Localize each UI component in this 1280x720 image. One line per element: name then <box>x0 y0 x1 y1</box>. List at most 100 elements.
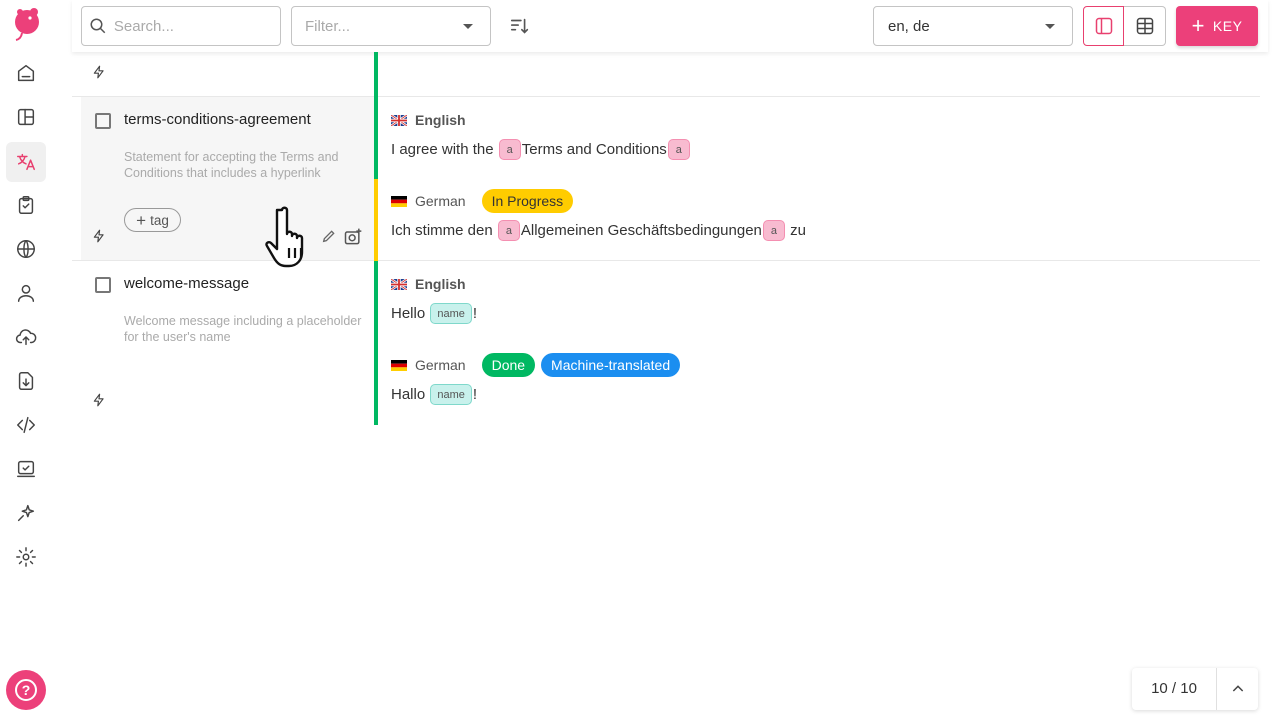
table-row: welcome-message Welcome message includin… <box>72 261 1260 425</box>
sidebar-item-settings[interactable] <box>6 537 46 577</box>
language-name: English <box>415 276 466 292</box>
search-input[interactable] <box>113 17 280 35</box>
table-view-icon <box>1136 17 1153 35</box>
state-bar <box>374 52 378 97</box>
language-name: German <box>415 193 466 209</box>
language-select[interactable]: en, de <box>873 6 1073 46</box>
text-segment: Terms and Conditions <box>521 141 667 158</box>
germany-flag-icon <box>391 195 407 207</box>
toolbar: en, de + KEY <box>72 0 1268 52</box>
variable-placeholder: name <box>430 303 472 324</box>
language-line-german: German In Progress <box>391 189 574 213</box>
plus-icon: + <box>136 210 147 230</box>
translation-text-english[interactable]: Hello name ! <box>391 303 477 324</box>
text-segment: ! <box>472 386 478 403</box>
filter-input[interactable] <box>305 17 463 35</box>
row-checkbox[interactable] <box>95 277 111 293</box>
bolt-icon[interactable] <box>92 65 106 79</box>
search-icon <box>82 17 114 35</box>
translation-text-german[interactable]: Ich stimme den a Allgemeinen Geschäftsbe… <box>391 220 806 241</box>
sidebar-item-members[interactable] <box>6 273 46 313</box>
text-segment: I agree with the <box>391 141 494 158</box>
text-segment: Allgemeinen Geschäftsbedingungen <box>520 222 762 239</box>
search-box[interactable] <box>81 6 281 46</box>
hand-cursor-icon <box>265 206 304 268</box>
tolgee-logo-icon[interactable] <box>10 4 42 42</box>
dashboard-icon <box>17 108 35 126</box>
chevron-down-icon <box>1045 23 1055 29</box>
status-badge-in-progress: In Progress <box>481 189 574 213</box>
key-name[interactable]: terms-conditions-agreement <box>124 111 311 128</box>
table-row <box>72 52 1260 97</box>
state-bar <box>374 261 378 425</box>
language-line-english: English <box>391 112 466 128</box>
row-checkbox[interactable] <box>95 113 111 129</box>
add-tag-button[interactable]: + tag <box>124 208 181 232</box>
scroll-top-button[interactable] <box>1217 681 1258 697</box>
bolt-icon[interactable] <box>92 393 106 407</box>
help-icon: ? <box>15 679 37 701</box>
bolt-icon[interactable] <box>92 229 106 243</box>
integrate-icon <box>17 460 35 478</box>
language-name: English <box>415 112 466 128</box>
sidebar-item-integrate[interactable] <box>6 449 46 489</box>
sort-button[interactable] <box>506 12 534 40</box>
html-tag-placeholder: a <box>667 139 690 160</box>
tasks-icon <box>18 196 34 214</box>
help-button[interactable]: ? <box>6 670 46 710</box>
result-count: 10 / 10 <box>1132 668 1217 710</box>
sort-icon <box>510 18 529 34</box>
translation-text-german[interactable]: Hallo name ! <box>391 384 477 405</box>
translations-icon <box>17 153 35 171</box>
sidebar-item-languages[interactable] <box>6 229 46 269</box>
key-cell[interactable]: welcome-message Welcome message includin… <box>81 261 374 425</box>
screenshot-add-icon[interactable] <box>343 227 363 247</box>
sidebar-item-import[interactable] <box>6 317 46 357</box>
languages-globe-icon <box>17 240 35 258</box>
sidebar-item-projects[interactable] <box>6 53 46 93</box>
state-bar-german <box>374 179 378 261</box>
translation-text-english[interactable]: I agree with the a Terms and Conditions … <box>391 139 691 160</box>
text-segment: Ich stimme den <box>391 222 493 239</box>
sidebar-item-ai[interactable] <box>6 493 46 533</box>
pagination: 10 / 10 <box>1132 668 1258 710</box>
members-icon <box>17 284 35 302</box>
html-tag-placeholder: a <box>498 139 521 160</box>
import-icon <box>15 329 37 346</box>
key-cell[interactable]: terms-conditions-agreement Statement for… <box>81 97 374 260</box>
html-tag-placeholder: a <box>762 220 785 241</box>
text-segment: Hello <box>391 305 426 322</box>
chevron-down-icon <box>463 23 473 29</box>
view-table-button[interactable] <box>1124 6 1166 46</box>
uk-flag-icon <box>391 278 407 290</box>
key-name[interactable]: welcome-message <box>124 275 249 292</box>
language-line-german: German Done Machine-translated <box>391 353 681 377</box>
view-list-button[interactable] <box>1083 6 1124 46</box>
add-key-label: KEY <box>1212 18 1243 34</box>
sidebar-item-export[interactable] <box>6 361 46 401</box>
sidebar: ? <box>0 0 52 720</box>
list-view-icon <box>1095 17 1112 35</box>
add-key-button[interactable]: + KEY <box>1176 6 1258 46</box>
variable-placeholder: name <box>430 384 472 405</box>
sidebar-item-translations[interactable] <box>6 142 46 182</box>
status-badge-done: Done <box>481 353 536 377</box>
translations-cell: English I agree with the a Terms and Con… <box>391 97 1260 261</box>
key-description: Welcome message including a placeholder … <box>124 314 362 344</box>
export-icon <box>18 372 34 390</box>
sidebar-item-tasks[interactable] <box>6 185 46 225</box>
chevron-up-icon <box>1232 685 1243 692</box>
table-row: terms-conditions-agreement Statement for… <box>72 97 1260 261</box>
text-segment: Hallo <box>391 386 426 403</box>
state-bar-english <box>374 97 378 179</box>
ai-icon <box>17 504 35 522</box>
sidebar-item-dashboard[interactable] <box>6 97 46 137</box>
key-description: Statement for accepting the Terms and Co… <box>124 150 339 180</box>
home-icon <box>17 64 35 82</box>
filter-select[interactable] <box>291 6 491 46</box>
sidebar-item-developer[interactable] <box>6 405 46 445</box>
html-tag-placeholder: a <box>497 220 520 241</box>
translations-cell: English Hello name ! German Done Machine… <box>391 261 1260 425</box>
text-segment: ! <box>472 305 478 322</box>
language-select-value: en, de <box>888 17 930 35</box>
